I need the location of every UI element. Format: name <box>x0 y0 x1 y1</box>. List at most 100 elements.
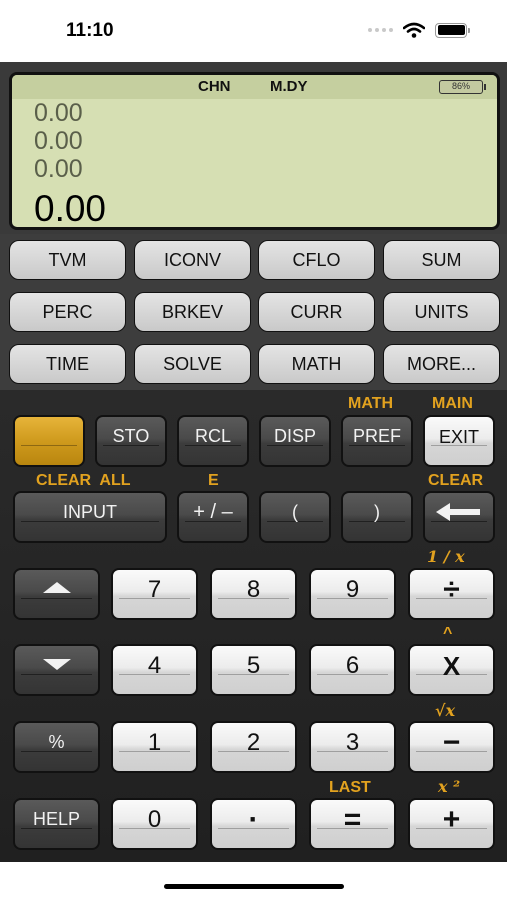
lcd-display: CHN M.DY 86% 0.00 0.00 0.00 0.00 <box>9 72 500 230</box>
cellular-signal-icon <box>368 28 393 32</box>
change-sign-key[interactable]: + / – <box>177 491 249 543</box>
percent-key[interactable]: % <box>13 721 100 773</box>
menu-cflo-button[interactable]: CFLO <box>258 240 375 280</box>
digit-2-label: 2 <box>246 729 261 756</box>
main-shift-label: MAIN <box>432 395 473 412</box>
digit-8-label: 8 <box>246 576 261 603</box>
down-arrow-key[interactable] <box>13 644 100 696</box>
digit-6-key[interactable]: 6 <box>309 644 396 696</box>
rcl-key-label: RCL <box>194 425 231 446</box>
status-bar: 11:10 <box>0 0 507 62</box>
clear-all-shift-label: CLEAR ALL <box>36 472 131 489</box>
sqrt-shift-label: √x <box>435 701 456 720</box>
home-indicator[interactable] <box>164 884 344 889</box>
disp-key[interactable]: DISP <box>259 415 331 467</box>
exit-key[interactable]: EXIT <box>423 415 495 467</box>
clear-shift-label: CLEAR <box>428 472 484 489</box>
left-paren-key-label: ( <box>292 501 298 522</box>
sto-key[interactable]: STO <box>95 415 167 467</box>
pref-key[interactable]: PREF <box>341 415 413 467</box>
main-display-value: 0.00 <box>34 188 107 229</box>
status-icons <box>368 22 470 38</box>
pref-key-label: PREF <box>352 425 401 446</box>
digit-9-key[interactable]: 9 <box>309 568 396 620</box>
menu-curr-button[interactable]: CURR <box>258 292 375 332</box>
up-arrow-key[interactable] <box>13 568 100 620</box>
digit-5-key[interactable]: 5 <box>210 644 297 696</box>
digit-4-key[interactable]: 4 <box>111 644 198 696</box>
down-arrow-icon <box>42 658 71 670</box>
percent-label: % <box>48 731 65 752</box>
backspace-arrow-icon <box>436 503 480 521</box>
change-sign-key-label: + / – <box>193 500 233 523</box>
input-key-label: INPUT <box>63 501 117 522</box>
right-paren-key-label: ) <box>374 501 380 522</box>
digit-6-label: 6 <box>345 652 360 679</box>
digit-4-label: 4 <box>147 652 162 679</box>
power-shift-label: ^ <box>443 625 453 642</box>
menu-iconv-button[interactable]: ICONV <box>134 240 251 280</box>
digit-5-label: 5 <box>246 652 261 679</box>
menu-time-button[interactable]: TIME <box>9 344 126 384</box>
digit-7-label: 7 <box>147 576 162 603</box>
equals-key[interactable]: = <box>309 798 396 850</box>
battery-icon <box>435 22 470 38</box>
right-paren-key[interactable]: ) <box>341 491 413 543</box>
digit-3-key[interactable]: 3 <box>309 721 396 773</box>
digit-0-key[interactable]: 0 <box>111 798 198 850</box>
disp-key-label: DISP <box>273 425 316 446</box>
minus-key[interactable]: − <box>408 721 495 773</box>
multiply-key[interactable]: X <box>408 644 495 696</box>
menu-math-button[interactable]: MATH <box>258 344 375 384</box>
exit-key-label: EXIT <box>438 426 479 447</box>
backspace-key[interactable] <box>423 491 495 543</box>
plus-key[interactable]: + <box>408 798 495 850</box>
calculator-screen: 11:10 CHN M.DY 86% 0.00 0.00 0.00 0.00 T… <box>0 0 507 900</box>
math-shift-label: MATH <box>348 395 394 412</box>
input-key[interactable]: INPUT <box>13 491 167 543</box>
divide-key[interactable]: ÷ <box>408 568 495 620</box>
stack-line-2: 0.00 <box>34 127 83 155</box>
digit-8-key[interactable]: 8 <box>210 568 297 620</box>
menu-units-button[interactable]: UNITS <box>383 292 500 332</box>
menu-perc-button[interactable]: PERC <box>9 292 126 332</box>
digit-0-label: 0 <box>147 806 162 833</box>
decimal-point-key[interactable]: · <box>210 798 297 850</box>
digit-9-label: 9 <box>345 576 360 603</box>
lcd-battery-icon: 86% <box>439 80 486 94</box>
menu-tvm-button[interactable]: TVM <box>9 240 126 280</box>
menu-brkev-button[interactable]: BRKEV <box>134 292 251 332</box>
digit-7-key[interactable]: 7 <box>111 568 198 620</box>
lcd-indicator-bar: CHN M.DY 86% <box>12 75 497 99</box>
date-format-indicator: M.DY <box>270 78 308 95</box>
status-time: 11:10 <box>66 20 114 41</box>
reciprocal-shift-label: 1 / x <box>427 547 465 566</box>
mode-indicator: CHN <box>198 78 231 95</box>
menu-sum-button[interactable]: SUM <box>383 240 500 280</box>
stack-line-3: 0.00 <box>34 155 83 183</box>
e-shift-label: E <box>208 472 219 489</box>
help-key[interactable]: HELP <box>13 798 100 850</box>
rcl-key[interactable]: RCL <box>177 415 249 467</box>
up-arrow-icon <box>42 581 71 593</box>
square-shift-label: x ² <box>438 777 461 796</box>
digit-1-label: 1 <box>147 729 162 756</box>
wifi-icon <box>403 22 425 38</box>
decimal-point-label: · <box>248 803 259 836</box>
home-indicator-area <box>0 862 507 900</box>
digit-2-key[interactable]: 2 <box>210 721 297 773</box>
stack-line-1: 0.00 <box>34 99 83 127</box>
minus-label: − <box>442 726 461 759</box>
menu-solve-button[interactable]: SOLVE <box>134 344 251 384</box>
help-label: HELP <box>32 808 81 829</box>
multiply-label: X <box>442 650 461 681</box>
shift-key[interactable] <box>13 415 85 467</box>
sto-key-label: STO <box>112 425 150 446</box>
plus-label: + <box>442 803 461 836</box>
equals-label: = <box>343 803 362 836</box>
digit-3-label: 3 <box>345 729 360 756</box>
last-shift-label: LAST <box>329 779 371 796</box>
left-paren-key[interactable]: ( <box>259 491 331 543</box>
digit-1-key[interactable]: 1 <box>111 721 198 773</box>
menu-more-button[interactable]: MORE... <box>383 344 500 384</box>
